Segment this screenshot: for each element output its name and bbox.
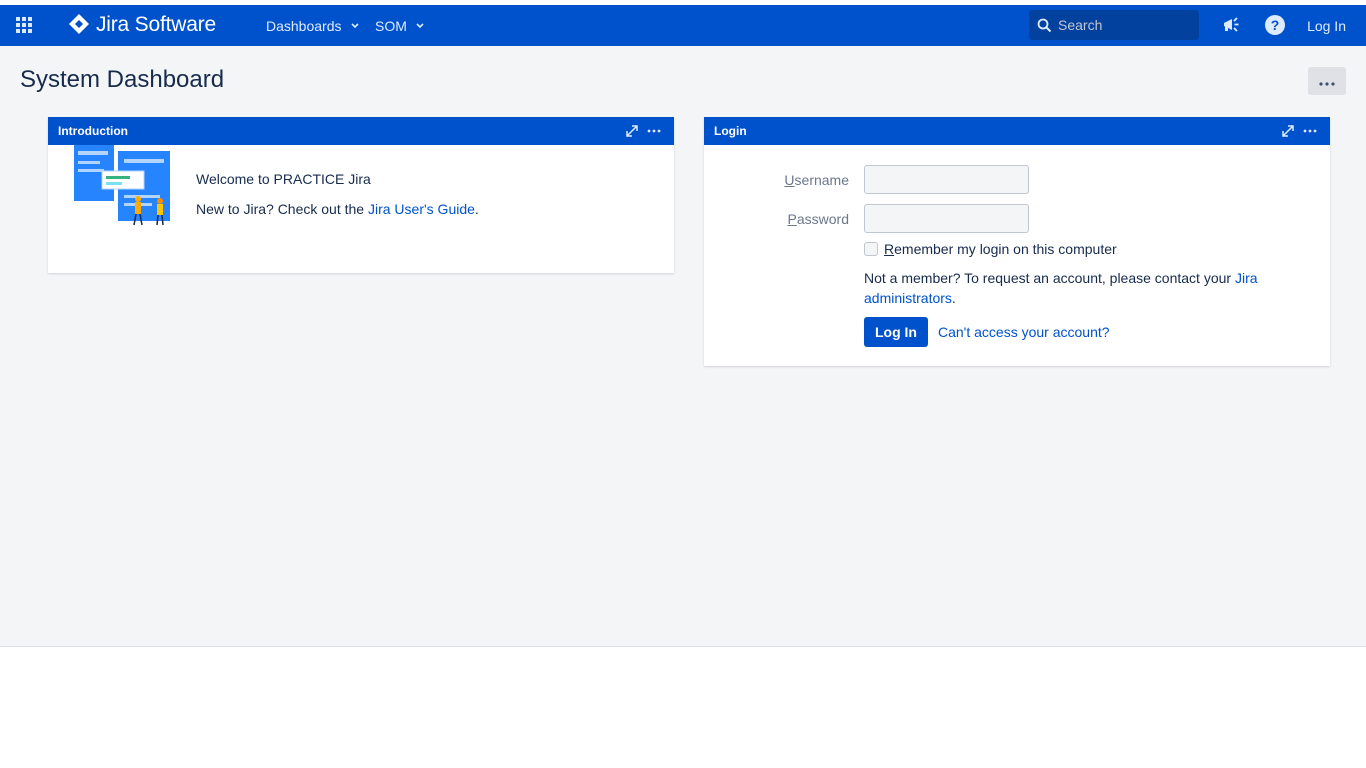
top-navigation-bar: Jira Software Dashboards SOM ? Log In xyxy=(0,5,1366,46)
cant-access-account-link[interactable]: Can't access your account? xyxy=(938,324,1110,340)
log-in-button[interactable]: Log In xyxy=(864,317,928,347)
app-switcher-grid-icon[interactable] xyxy=(9,10,39,40)
nav-dashboards-label: Dashboards xyxy=(266,17,342,34)
more-icon xyxy=(1319,73,1335,89)
nav-dashboards[interactable]: Dashboards xyxy=(266,5,359,46)
login-gadget-title: Login xyxy=(714,124,747,138)
svg-text:?: ? xyxy=(1271,17,1280,33)
introduction-gadget: Introduction Welcome to PRACTICE Jira Ne… xyxy=(48,117,674,273)
request-account-note: Not a member? To request an account, ple… xyxy=(864,268,1294,308)
introduction-new-text: New to Jira? Check out the xyxy=(196,201,365,217)
period: . xyxy=(474,201,479,217)
introduction-illustration xyxy=(72,143,174,227)
username-label: Username xyxy=(784,172,849,188)
password-field[interactable] xyxy=(864,204,1029,233)
gadget-menu-icon[interactable] xyxy=(1302,123,1318,139)
search-input[interactable] xyxy=(1058,17,1198,33)
introduction-gadget-header: Introduction xyxy=(48,117,674,145)
remember-me-label[interactable]: Remember my login on this computer xyxy=(884,241,1117,257)
nav-som[interactable]: SOM xyxy=(375,5,424,46)
page-title: System Dashboard xyxy=(20,66,225,93)
logo-text: Jira Software xyxy=(96,13,216,36)
jira-logo-icon xyxy=(68,13,90,38)
member-text: Not a member? To request an account, ple… xyxy=(864,270,1232,286)
chevron-down-icon xyxy=(350,22,359,29)
search-icon xyxy=(1037,18,1052,33)
dashboard-content: System Dashboard Introduction Welcome to… xyxy=(0,46,1366,646)
login-gadget-header: Login xyxy=(704,117,1330,145)
maximize-icon[interactable] xyxy=(1280,123,1296,139)
nav-som-label: SOM xyxy=(375,17,407,34)
introduction-gadget-title: Introduction xyxy=(58,124,128,138)
jira-software-logo[interactable]: Jira Software xyxy=(68,13,216,37)
dashboard-tools-button[interactable] xyxy=(1308,67,1346,95)
username-field[interactable] xyxy=(864,165,1029,194)
maximize-icon[interactable] xyxy=(624,123,640,139)
gadget-menu-icon[interactable] xyxy=(646,123,662,139)
page-footer xyxy=(0,646,1366,768)
introduction-guide-line: New to Jira? Check out the Jira User's G… xyxy=(196,199,479,219)
header-login-link[interactable]: Log In xyxy=(1307,5,1346,46)
remember-me-checkbox[interactable] xyxy=(864,242,878,256)
chevron-down-icon xyxy=(416,22,424,29)
megaphone-icon[interactable] xyxy=(1216,10,1246,40)
search-box[interactable] xyxy=(1029,10,1199,40)
login-gadget: Login Username Password Remember my logi… xyxy=(704,117,1330,366)
introduction-welcome: Welcome to PRACTICE Jira xyxy=(196,171,371,187)
password-label: Password xyxy=(787,211,849,227)
period: . xyxy=(951,290,956,306)
jira-users-guide-link[interactable]: Jira User's Guide xyxy=(368,201,475,217)
help-icon[interactable]: ? xyxy=(1260,10,1290,40)
